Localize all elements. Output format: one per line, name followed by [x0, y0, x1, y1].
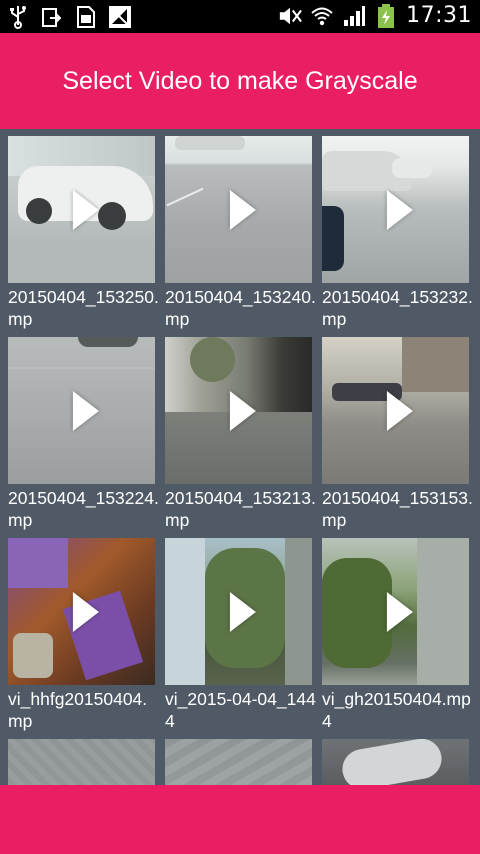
video-thumbnail[interactable]	[8, 136, 155, 283]
video-item[interactable]	[165, 739, 312, 785]
status-bar: 17:31	[0, 0, 480, 33]
video-item[interactable]	[322, 739, 469, 785]
video-thumbnail[interactable]	[8, 538, 155, 685]
video-item[interactable]: vi_gh20150404.mp4	[322, 538, 471, 732]
share-icon	[40, 5, 64, 29]
signal-blocked-icon	[108, 5, 132, 29]
video-item[interactable]: 20150404_153232.mp	[322, 136, 473, 330]
play-icon	[386, 390, 413, 431]
cellular-signal-icon	[342, 4, 366, 28]
page-title: Select Video to make Grayscale	[62, 66, 418, 95]
play-icon	[229, 390, 256, 431]
play-icon	[386, 591, 413, 632]
video-thumbnail[interactable]	[8, 337, 155, 484]
video-thumbnail[interactable]	[165, 136, 312, 283]
status-time: 17:31	[406, 3, 472, 28]
video-filename: 20150404_153224.mp	[8, 488, 159, 530]
video-thumbnail[interactable]	[322, 136, 469, 283]
video-thumbnail[interactable]	[322, 538, 469, 685]
sim-card-icon	[74, 5, 98, 29]
video-item[interactable]: 20150404_153224.mp	[8, 337, 159, 531]
video-thumbnail[interactable]	[165, 538, 312, 685]
play-icon	[72, 390, 99, 431]
video-filename: vi_2015-04-04_1444	[165, 689, 316, 731]
video-item[interactable]: 20150404_153240.mp	[165, 136, 316, 330]
play-icon	[72, 591, 99, 632]
battery-charging-icon	[374, 3, 398, 28]
video-thumbnail[interactable]	[165, 739, 312, 785]
video-thumbnail[interactable]	[8, 739, 155, 785]
play-icon	[229, 189, 256, 230]
video-filename: vi_gh20150404.mp4	[322, 689, 471, 731]
play-icon	[72, 189, 99, 230]
wifi-icon	[310, 4, 334, 28]
video-thumbnail[interactable]	[322, 337, 469, 484]
app-header: Select Video to make Grayscale	[0, 33, 480, 129]
video-filename: 20150404_153213.mp	[165, 488, 316, 530]
video-grid[interactable]: 20150404_153250.mp 20150404_153240.mp 20…	[0, 129, 480, 785]
video-filename: 20150404_153232.mp	[322, 287, 473, 329]
video-item[interactable]	[8, 739, 155, 785]
video-item[interactable]: vi_hhfg20150404.mp	[8, 538, 155, 732]
play-icon	[229, 591, 256, 632]
video-thumbnail[interactable]	[322, 739, 469, 785]
status-left-icons	[6, 5, 132, 29]
video-item[interactable]: 20150404_153250.mp	[8, 136, 159, 330]
video-item[interactable]: 20150404_153153.mp	[322, 337, 473, 531]
video-filename: 20150404_153153.mp	[322, 488, 473, 530]
video-thumbnail[interactable]	[165, 337, 312, 484]
play-icon	[386, 189, 413, 230]
bottom-bar	[0, 785, 480, 854]
usb-icon	[6, 5, 30, 29]
video-filename: 20150404_153240.mp	[165, 287, 316, 329]
status-right-icons: 17:31	[278, 3, 472, 28]
video-item[interactable]: vi_2015-04-04_1444	[165, 538, 316, 732]
video-filename: 20150404_153250.mp	[8, 287, 159, 329]
video-filename: vi_hhfg20150404.mp	[8, 689, 148, 731]
mute-icon	[278, 4, 302, 28]
video-item[interactable]: 20150404_153213.mp	[165, 337, 316, 531]
